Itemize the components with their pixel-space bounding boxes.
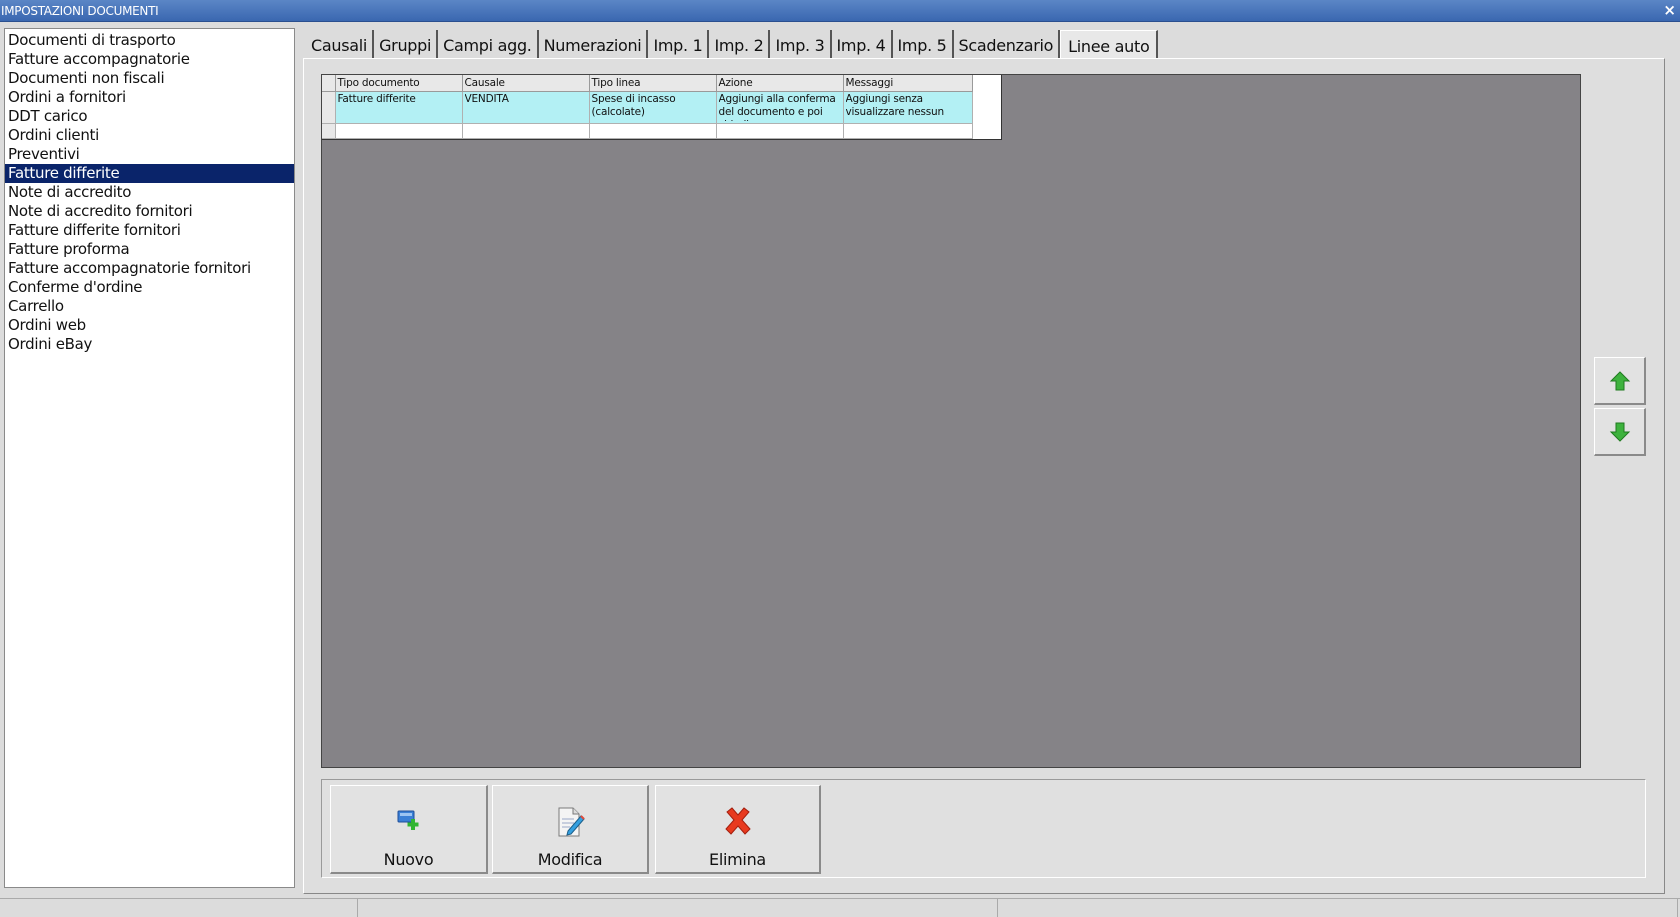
tab-numerazioni[interactable]: Numerazioni xyxy=(539,30,649,60)
tab-imp-4[interactable]: Imp. 4 xyxy=(832,30,893,60)
list-item[interactable]: Note di accredito fornitori xyxy=(5,202,294,221)
arrow-down-icon xyxy=(1609,422,1630,442)
list-item[interactable]: Ordini a fornitori xyxy=(5,88,294,107)
tab-gruppi[interactable]: Gruppi xyxy=(374,30,439,60)
column-header-tipo-documento[interactable]: Tipo documento xyxy=(335,75,463,92)
cell-azione[interactable]: Aggiungi alla conferma del documento e p… xyxy=(716,91,844,124)
cell-empty[interactable] xyxy=(462,123,590,139)
tab-causali[interactable]: Causali xyxy=(306,30,375,60)
cell-empty[interactable] xyxy=(716,123,844,139)
grid-area: Tipo documento Causale Tipo linea Azione… xyxy=(321,74,1581,768)
list-item[interactable]: Conferme d'ordine xyxy=(5,278,294,297)
row-header[interactable] xyxy=(322,91,336,124)
delete-button[interactable]: Elimina xyxy=(655,785,821,874)
list-item[interactable]: Documenti di trasporto xyxy=(5,31,294,50)
list-item[interactable]: Fatture accompagnatorie xyxy=(5,50,294,69)
cell-text: Fatture differite xyxy=(337,92,416,105)
new-row[interactable] xyxy=(322,123,973,139)
new-button[interactable]: Nuovo xyxy=(330,785,488,874)
delete-x-icon xyxy=(723,806,753,840)
status-segment xyxy=(998,899,1678,917)
cell-text: Aggiungi alla conferma del documento e p… xyxy=(718,92,836,121)
edit-button[interactable]: Modifica xyxy=(492,785,649,874)
move-down-button[interactable] xyxy=(1594,408,1646,456)
window-title: IMPOSTAZIONI DOCUMENTI xyxy=(1,4,159,18)
document-type-list[interactable]: Documenti di trasporto Fatture accompagna… xyxy=(4,28,295,888)
tab-scadenzario[interactable]: Scadenzario xyxy=(954,30,1061,60)
tab-strip: Causali Gruppi Campi agg. Numerazioni Imp. 1… xyxy=(306,30,1159,60)
action-button-bar: Nuovo Modifica Elimina xyxy=(321,779,1646,878)
column-header-azione[interactable]: Azione xyxy=(716,75,844,92)
list-item[interactable]: Note di accredito xyxy=(5,183,294,202)
new-button-label: Nuovo xyxy=(383,850,434,869)
document-type-items: Documenti di trasporto Fatture accompagna… xyxy=(5,29,294,354)
cell-tipo-linea[interactable]: Spese di incasso (calcolate) xyxy=(589,91,717,124)
cell-empty[interactable] xyxy=(589,123,717,139)
close-icon[interactable]: × xyxy=(1663,1,1676,19)
cell-text: Spese di incasso (calcolate) xyxy=(591,92,676,118)
cell-tipo-documento[interactable]: Fatture differite xyxy=(335,91,463,124)
cell-text: VENDITA xyxy=(464,92,509,105)
list-item[interactable]: Fatture differite fornitori xyxy=(5,221,294,240)
tab-imp-1[interactable]: Imp. 1 xyxy=(648,30,710,60)
move-up-button[interactable] xyxy=(1594,357,1646,405)
list-item[interactable]: Fatture proforma xyxy=(5,240,294,259)
status-segment xyxy=(358,899,998,917)
cell-causale[interactable]: VENDITA xyxy=(462,91,590,124)
list-item[interactable]: Ordini web xyxy=(5,316,294,335)
title-bar: IMPOSTAZIONI DOCUMENTI × xyxy=(0,0,1680,22)
grid-header-row: Tipo documento Causale Tipo linea Azione… xyxy=(322,75,973,92)
list-item[interactable]: Ordini clienti xyxy=(5,126,294,145)
list-item[interactable]: Documenti non fiscali xyxy=(5,69,294,88)
arrow-up-icon xyxy=(1609,370,1630,390)
cell-messaggi[interactable]: Aggiungi senza visualizzare nessun mes..… xyxy=(843,91,973,124)
status-bar xyxy=(0,898,1680,917)
add-icon xyxy=(396,806,422,836)
cell-empty[interactable] xyxy=(843,123,973,139)
column-header-messaggi[interactable]: Messaggi xyxy=(843,75,973,92)
auto-lines-grid[interactable]: Tipo documento Causale Tipo linea Azione… xyxy=(322,75,1002,140)
table-row[interactable]: Fatture differite VENDITA Spese di incas… xyxy=(322,91,973,124)
tab-imp-3[interactable]: Imp. 3 xyxy=(770,30,832,60)
column-header-tipo-linea[interactable]: Tipo linea xyxy=(589,75,717,92)
edit-button-label: Modifica xyxy=(537,850,603,869)
column-header-causale[interactable]: Causale xyxy=(462,75,590,92)
delete-button-label: Elimina xyxy=(709,850,766,869)
tab-imp-5[interactable]: Imp. 5 xyxy=(893,30,954,60)
list-item[interactable]: Fatture accompagnatorie fornitori xyxy=(5,259,294,278)
list-item[interactable]: Fatture differite xyxy=(5,164,294,183)
list-item[interactable]: Ordini eBay xyxy=(5,335,294,354)
tab-campi-agg[interactable]: Campi agg. xyxy=(438,30,539,60)
row-header-corner xyxy=(322,75,336,92)
list-item[interactable]: Carrello xyxy=(5,297,294,316)
cell-empty[interactable] xyxy=(335,123,463,139)
edit-document-icon xyxy=(555,806,585,842)
list-item[interactable]: DDT carico xyxy=(5,107,294,126)
status-segment xyxy=(0,899,358,917)
tab-linee-auto[interactable]: Linee auto xyxy=(1060,30,1159,60)
row-header[interactable] xyxy=(322,123,336,139)
cell-text: Aggiungi senza visualizzare nessun mes..… xyxy=(845,92,945,121)
tab-imp-2[interactable]: Imp. 2 xyxy=(709,30,771,60)
list-item[interactable]: Preventivi xyxy=(5,145,294,164)
